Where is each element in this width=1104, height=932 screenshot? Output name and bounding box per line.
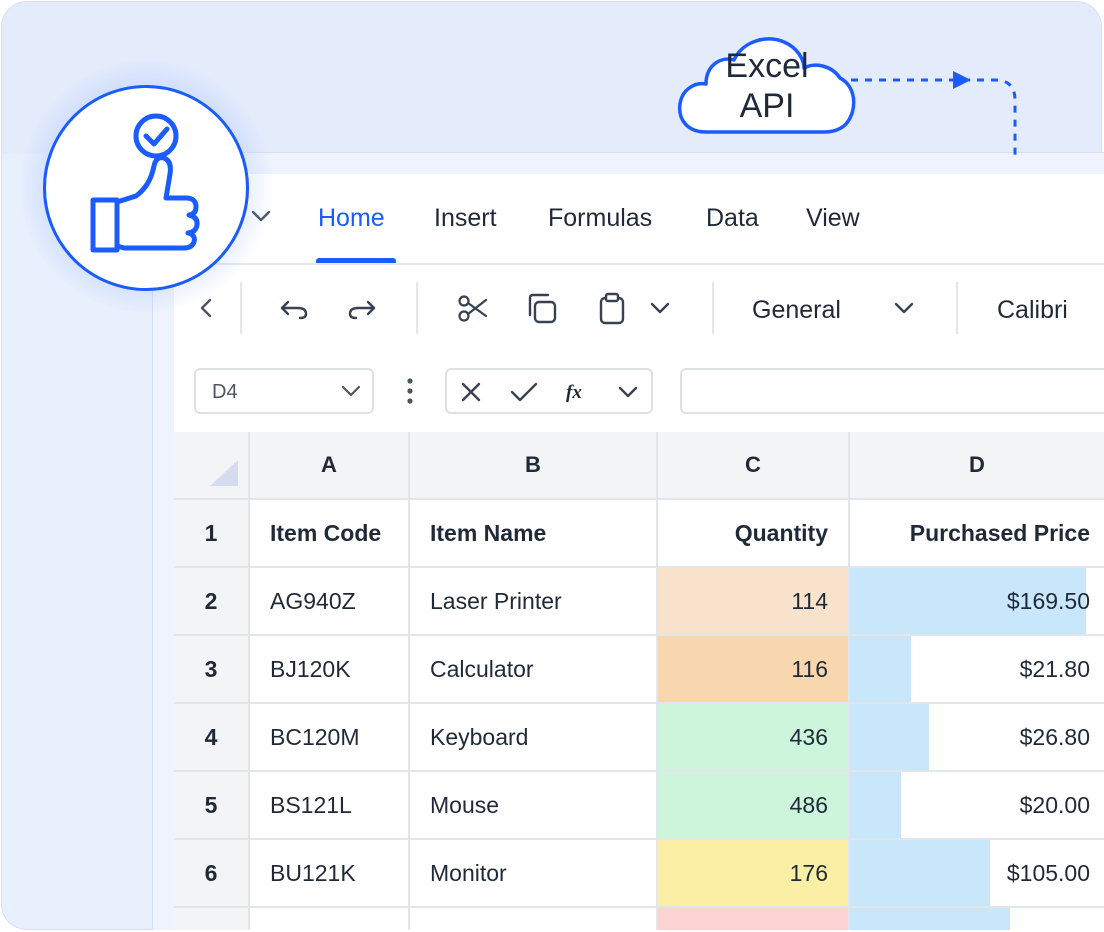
price-data-bar — [850, 772, 901, 838]
quantity-cell[interactable]: 176 — [658, 840, 850, 908]
price-cell[interactable]: $20.00 — [850, 772, 1104, 840]
item-code-cell[interactable]: AG940Z — [250, 568, 410, 636]
price-data-bar — [850, 636, 911, 702]
item-name-cell[interactable]: Monitor — [410, 840, 658, 908]
item-code-cell[interactable]: BJ120K — [250, 636, 410, 704]
header-cell-item-code[interactable]: Item Code — [250, 500, 410, 568]
confirm-icon[interactable] — [509, 380, 539, 404]
tab-view[interactable]: View — [806, 200, 860, 236]
item-code-cell[interactable]: BU121K — [250, 840, 410, 908]
spreadsheet-grid: A B C D 1 Item Code Item Name Quantity P… — [174, 432, 1104, 930]
price-value: $105.00 — [1006, 860, 1090, 886]
number-format-dropdown[interactable]: General — [752, 292, 841, 328]
toolbar-separator — [956, 282, 958, 334]
price-data-bar — [850, 908, 1011, 930]
chevron-down-icon[interactable] — [892, 290, 916, 326]
redo-icon[interactable] — [346, 290, 378, 326]
name-box-value: D4 — [212, 381, 238, 403]
name-box[interactable]: D4 — [194, 368, 374, 414]
column-header-a[interactable]: A — [250, 432, 410, 500]
item-name-cell[interactable]: Mouse — [410, 772, 658, 840]
item-code-cell[interactable] — [250, 908, 410, 930]
price-value: $21.80 — [1019, 656, 1090, 682]
tab-data[interactable]: Data — [706, 200, 759, 236]
price-value: $20.00 — [1019, 792, 1090, 818]
font-name-dropdown[interactable]: Calibri — [997, 292, 1068, 328]
row-header-2[interactable]: 2 — [174, 568, 250, 636]
function-icon[interactable]: fx — [563, 378, 591, 406]
approval-badge — [43, 85, 249, 291]
column-header-c[interactable]: C — [658, 432, 850, 500]
cut-icon[interactable] — [456, 290, 488, 326]
quantity-cell[interactable]: 114 — [658, 568, 850, 636]
price-cell[interactable]: $169.50 — [850, 568, 1104, 636]
row-header-1[interactable]: 1 — [174, 500, 250, 568]
cloud-label-line2: API — [739, 87, 795, 125]
toolbar-separator — [240, 282, 242, 334]
item-name-cell[interactable] — [410, 908, 658, 930]
toolbar-separator — [712, 282, 714, 334]
tab-formulas[interactable]: Formulas — [548, 200, 652, 236]
select-all-corner[interactable] — [174, 432, 250, 500]
row-header-5[interactable]: 5 — [174, 772, 250, 840]
header-cell-purchased-price[interactable]: Purchased Price — [850, 500, 1104, 568]
price-cell[interactable] — [850, 908, 1104, 930]
paste-icon[interactable] — [596, 290, 628, 326]
cloud-label: Excel API — [676, 46, 858, 126]
item-name-cell[interactable]: Calculator — [410, 636, 658, 704]
formula-actions: fx — [445, 368, 653, 414]
dashed-connector — [851, 71, 1017, 158]
row-header-7[interactable] — [174, 908, 250, 930]
header-cell-quantity[interactable]: Quantity — [658, 500, 850, 568]
row-header-4[interactable]: 4 — [174, 704, 250, 772]
price-value: $169.50 — [1006, 588, 1090, 614]
chevron-down-icon[interactable] — [340, 380, 362, 402]
tab-insert[interactable]: Insert — [434, 200, 497, 236]
toolbar-separator — [416, 282, 418, 334]
price-data-bar — [850, 840, 990, 906]
more-vertical-icon[interactable] — [402, 376, 418, 408]
column-header-d[interactable]: D — [850, 432, 1104, 500]
header-cell-item-name[interactable]: Item Name — [410, 500, 658, 568]
chevron-down-icon[interactable] — [648, 290, 672, 326]
formula-input[interactable] — [680, 368, 1104, 414]
price-cell[interactable]: $105.00 — [850, 840, 1104, 908]
item-code-cell[interactable]: BC120M — [250, 704, 410, 772]
ribbon-divider — [174, 263, 1104, 265]
quantity-cell[interactable]: 116 — [658, 636, 850, 704]
price-value: $26.80 — [1019, 724, 1090, 750]
item-code-cell[interactable]: BS121L — [250, 772, 410, 840]
quantity-cell[interactable]: 486 — [658, 772, 850, 840]
price-cell[interactable]: $26.80 — [850, 704, 1104, 772]
price-cell[interactable]: $21.80 — [850, 636, 1104, 704]
undo-icon[interactable] — [278, 290, 310, 326]
select-all-icon — [210, 460, 238, 486]
svg-text:fx: fx — [566, 382, 582, 403]
excel-api-cloud: Excel API — [676, 32, 858, 138]
row-header-3[interactable]: 3 — [174, 636, 250, 704]
chevron-down-icon[interactable] — [617, 381, 639, 403]
tab-home[interactable]: Home — [318, 200, 385, 236]
row-header-6[interactable]: 6 — [174, 840, 250, 908]
cloud-label-line1: Excel — [725, 47, 809, 85]
page: Excel API Home Insert Formulas Data View — [0, 0, 1104, 932]
item-name-cell[interactable]: Keyboard — [410, 704, 658, 772]
cancel-icon[interactable] — [459, 380, 483, 404]
quantity-cell[interactable] — [658, 908, 850, 930]
thumbs-up-check-icon — [90, 113, 200, 253]
price-data-bar — [850, 704, 929, 770]
column-header-b[interactable]: B — [410, 432, 658, 500]
item-name-cell[interactable]: Laser Printer — [410, 568, 658, 636]
quantity-cell[interactable]: 436 — [658, 704, 850, 772]
copy-icon[interactable] — [526, 290, 558, 326]
